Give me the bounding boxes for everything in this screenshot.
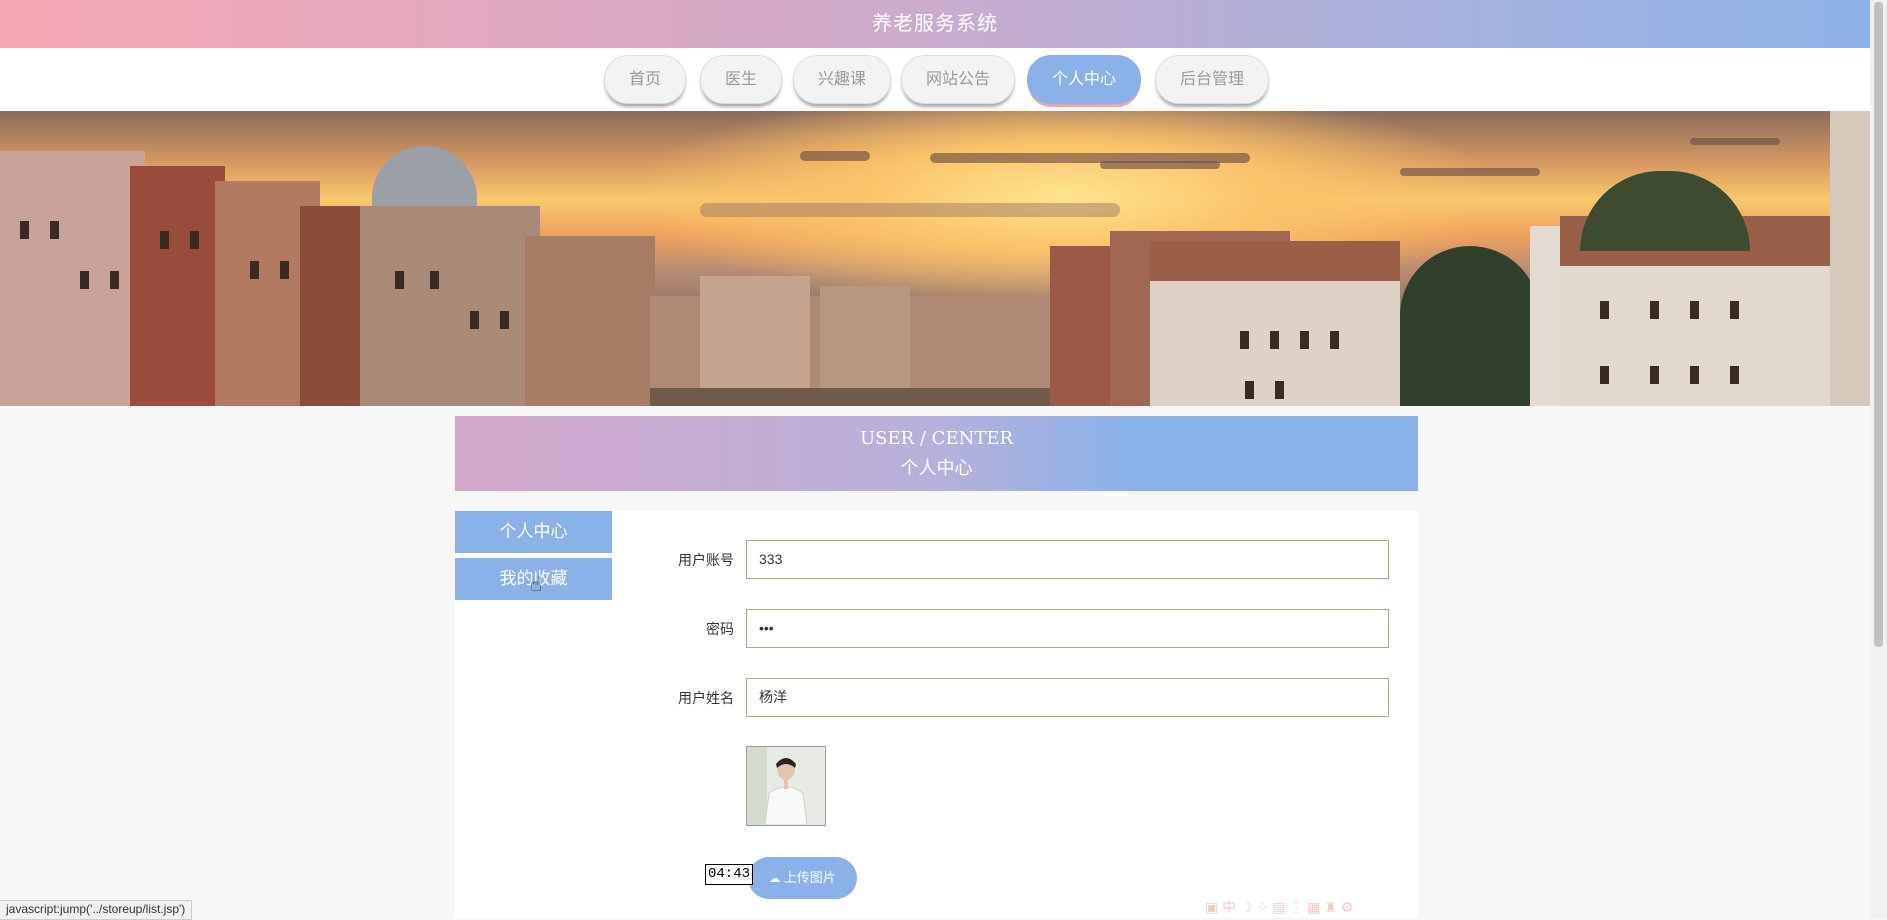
status-bar-url: javascript:jump('../storeup/list.jsp') bbox=[0, 900, 193, 920]
app-title: 养老服务系统 bbox=[872, 11, 998, 35]
app-header: 养老服务系统 bbox=[0, 0, 1870, 48]
nav-admin[interactable]: 后台管理 bbox=[1155, 55, 1269, 104]
section-title-cn: 个人中心 bbox=[900, 458, 973, 479]
nav-announcements[interactable]: 网站公告 bbox=[901, 55, 1015, 104]
password-label: 密码 bbox=[706, 621, 734, 637]
nav-interest-course[interactable]: 兴趣课 bbox=[793, 55, 891, 104]
account-input[interactable]: 333 bbox=[746, 540, 1389, 579]
nav-doctor[interactable]: 医生 bbox=[700, 55, 782, 104]
upload-image-button[interactable]: ☁ 上传图片 bbox=[748, 857, 857, 899]
nav-personal-center[interactable]: 个人中心 bbox=[1027, 55, 1141, 104]
main-nav: 首页 医生 兴趣课 网站公告 个人中心 后台管理 bbox=[0, 48, 1870, 111]
section-header: USER / CENTER 个人中心 bbox=[455, 416, 1418, 491]
name-label: 用户姓名 bbox=[678, 690, 734, 706]
avatar bbox=[746, 746, 826, 826]
avatar-photo bbox=[747, 747, 825, 825]
sidebar-item-personal-center[interactable]: 个人中心 bbox=[455, 511, 612, 553]
section-title-en: USER / CENTER bbox=[859, 428, 1014, 449]
cloud-upload-icon: ☁ bbox=[769, 873, 781, 885]
password-input[interactable]: ••• bbox=[746, 609, 1389, 648]
nav-home[interactable]: 首页 bbox=[604, 55, 686, 104]
hero-banner-image bbox=[0, 111, 1870, 406]
ime-toolbar-icon: ▣ 中 ☽ ⁘ ▤ ⋮ ▦ ♜ ⚙ bbox=[1205, 899, 1354, 915]
scrollbar-thumb[interactable] bbox=[1874, 2, 1883, 647]
name-input[interactable]: 杨洋 bbox=[746, 678, 1389, 717]
time-tooltip: 04:43 bbox=[705, 864, 754, 885]
upload-image-label: 上传图片 bbox=[783, 870, 836, 885]
account-label: 用户账号 bbox=[678, 552, 734, 568]
hand-cursor-icon: ☝ bbox=[530, 574, 543, 596]
